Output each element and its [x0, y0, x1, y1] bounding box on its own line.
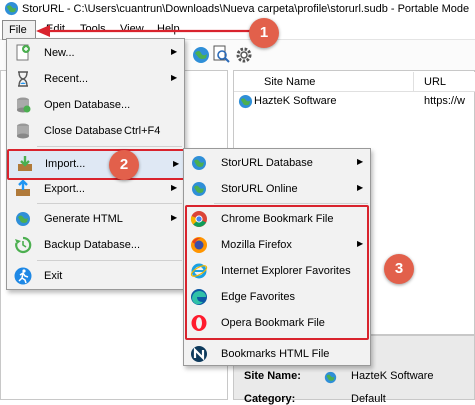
category-label: Category:: [244, 393, 296, 405]
storurl-database-label: StorURL Database: [221, 157, 313, 169]
menu-item-exit[interactable]: Exit: [8, 264, 183, 288]
submenu-arrow-icon: ▶: [171, 213, 178, 222]
bookmarks-html-label: Bookmarks HTML File: [221, 348, 330, 360]
find-page-icon[interactable]: [212, 45, 230, 63]
site-name-label: Site Name:: [244, 370, 301, 382]
menu-item-storurl-database[interactable]: StorURL Database ▶: [185, 151, 369, 175]
html-globe-icon: [16, 212, 30, 226]
exit-runner-icon: [14, 267, 32, 285]
annotation-arrow: [36, 25, 262, 37]
browser-imports-highlight: [185, 205, 369, 340]
export-label: Export...: [44, 183, 85, 195]
menu-separator: [37, 146, 182, 147]
menu-item-bookmarks-html[interactable]: Bookmarks HTML File: [185, 342, 369, 366]
menu-item-close-database[interactable]: Close Database Ctrl+F4: [8, 119, 183, 143]
netscape-icon: [191, 346, 207, 362]
submenu-arrow-icon: ▶: [171, 47, 178, 56]
menu-separator: [214, 203, 368, 204]
close-database-label: Close Database: [44, 125, 123, 137]
storurl-online-globe-icon: [192, 182, 206, 196]
menu-separator: [37, 203, 182, 204]
menu-item-export[interactable]: Export... ▶: [8, 177, 183, 201]
app-globe-icon: [4, 1, 19, 16]
submenu-arrow-icon: ▶: [357, 183, 364, 192]
menu-item-backup[interactable]: Backup Database...: [8, 233, 183, 257]
menu-item-open-database[interactable]: Open Database...: [8, 93, 183, 117]
submenu-arrow-icon: ▶: [171, 183, 178, 192]
database-icon: [17, 97, 31, 113]
annotation-badge-3: 3: [384, 254, 414, 284]
menu-file-label: File: [9, 24, 27, 36]
menu-file[interactable]: File: [2, 20, 36, 40]
menu-item-import[interactable]: Import... ▶: [7, 149, 187, 180]
new-label: New...: [44, 47, 75, 59]
window-title: StorURL - C:\Users\cuantrun\Downloads\Nu…: [22, 3, 470, 15]
globe-icon[interactable]: [192, 46, 210, 64]
export-icon: [16, 180, 30, 196]
list-row[interactable]: HazteK Software https://w: [234, 93, 475, 111]
list-header: Site Name URL: [234, 72, 475, 92]
menu-item-storurl-online[interactable]: StorURL Online ▶: [185, 177, 369, 201]
annotation-badge-2: 2: [109, 150, 139, 180]
open-database-label: Open Database...: [44, 99, 131, 111]
menu-item-recent[interactable]: Recent... ▶: [8, 67, 183, 91]
category-value: Default: [351, 393, 386, 405]
file-menu: New... ▶ Recent... ▶ Open Database... Cl…: [6, 38, 187, 290]
exit-label: Exit: [44, 270, 63, 282]
import-icon: [18, 156, 32, 171]
detail-globe-icon: [324, 371, 337, 384]
generate-html-label: Generate HTML: [44, 213, 123, 225]
column-url[interactable]: URL: [424, 76, 446, 88]
backup-label: Backup Database...: [44, 239, 141, 251]
settings-gear-icon[interactable]: [235, 46, 253, 64]
hourglass-icon: [18, 71, 28, 87]
new-document-icon: [16, 44, 30, 61]
menu-item-generate-html[interactable]: Generate HTML ▶: [8, 207, 183, 231]
storurl-online-label: StorURL Online: [221, 183, 298, 195]
backup-icon: [15, 236, 32, 254]
submenu-arrow-icon: ▶: [357, 157, 364, 166]
title-bar: StorURL - C:\Users\cuantrun\Downloads\Nu…: [0, 0, 475, 18]
database-close-icon: [17, 123, 29, 139]
submenu-arrow-icon: ▶: [171, 73, 178, 82]
site-globe-icon: [238, 94, 253, 109]
annotation-badge-1: 1: [249, 18, 279, 48]
storurl-globe-icon: [192, 156, 206, 170]
submenu-arrow-icon: ▶: [173, 159, 180, 168]
import-label: Import...: [45, 158, 86, 170]
row-site-name: HazteK Software: [254, 95, 337, 107]
recent-label: Recent...: [44, 73, 89, 85]
column-site-name[interactable]: Site Name: [264, 76, 315, 88]
menu-item-new[interactable]: New... ▶: [8, 41, 183, 65]
row-url: https://w: [424, 95, 465, 107]
close-database-shortcut: Ctrl+F4: [124, 125, 161, 137]
column-divider[interactable]: [413, 72, 414, 92]
menu-separator: [37, 260, 182, 261]
site-name-value: HazteK Software: [351, 370, 434, 382]
